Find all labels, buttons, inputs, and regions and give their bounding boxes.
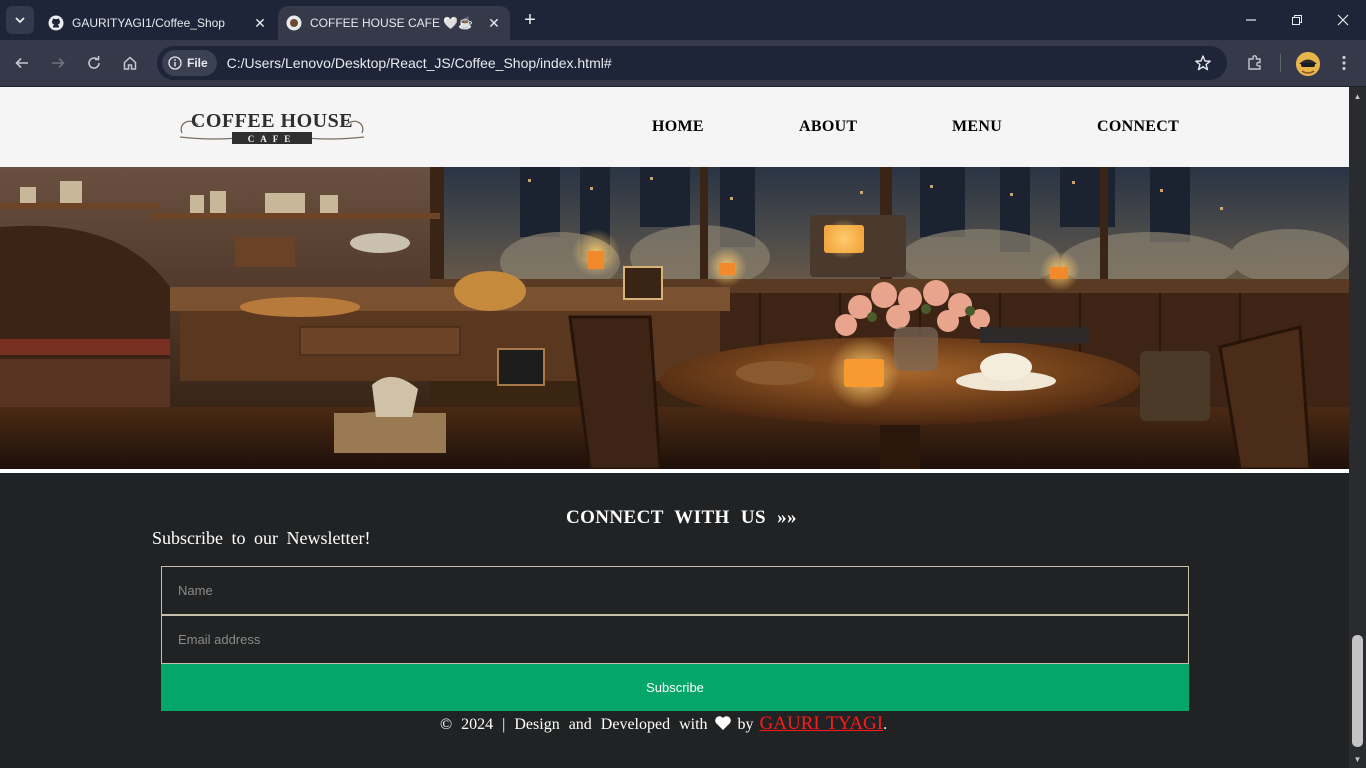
heart-icon xyxy=(714,715,732,736)
browser-tab-strip: GAURITYAGI1/Coffee_Shop ✕ COFFEE HOUSE C… xyxy=(0,0,1366,40)
home-icon xyxy=(123,56,137,70)
nav-about[interactable]: ABOUT xyxy=(799,118,857,136)
scroll-thumb[interactable] xyxy=(1352,635,1363,747)
nav-connect[interactable]: CONNECT xyxy=(1097,118,1179,136)
nav-menu[interactable]: MENU xyxy=(952,118,1002,136)
subscribe-label: Subscribe xyxy=(646,680,704,695)
logo-sub-text: CAFE xyxy=(248,134,297,144)
extensions-button[interactable] xyxy=(1241,49,1269,77)
newsletter-label: Subscribe to our Newsletter! xyxy=(152,528,371,548)
page-viewport: COFFEE HOUSE CAFE HOME ABOUT MENU CONNEC… xyxy=(0,87,1366,768)
tab-title: GAURITYAGI1/Coffee_Shop xyxy=(72,16,225,30)
chrome-menu-button[interactable] xyxy=(1330,49,1358,77)
site-header: COFFEE HOUSE CAFE HOME ABOUT MENU CONNEC… xyxy=(0,87,1349,167)
info-icon xyxy=(168,56,182,70)
hero-divider xyxy=(0,469,1349,473)
scroll-down-icon[interactable]: ▼ xyxy=(1349,752,1366,766)
name-input[interactable]: Name xyxy=(161,566,1189,615)
site-info-label: File xyxy=(187,56,208,70)
toolbar-divider xyxy=(1280,54,1281,72)
forward-arrow-icon xyxy=(52,57,65,69)
close-icon[interactable]: ✕ xyxy=(484,13,504,33)
name-placeholder: Name xyxy=(178,583,213,598)
puzzle-icon xyxy=(1248,55,1261,70)
site-logo[interactable]: COFFEE HOUSE CAFE xyxy=(176,103,368,151)
reload-button[interactable] xyxy=(80,49,108,77)
footer-by: by xyxy=(737,716,754,733)
site-info-chip[interactable]: File xyxy=(162,50,217,76)
coffee-icon xyxy=(286,15,302,31)
address-bar[interactable]: File C:/Users/Lenovo/Desktop/React_JS/Co… xyxy=(157,46,1227,80)
bookmark-star-icon[interactable] xyxy=(1191,51,1215,75)
close-icon xyxy=(1337,14,1349,26)
new-tab-button[interactable]: + xyxy=(518,9,542,33)
tab-coffee-house[interactable]: COFFEE HOUSE CAFE 🤍☕ ✕ xyxy=(278,6,510,40)
github-icon xyxy=(48,15,64,31)
tab-github[interactable]: GAURITYAGI1/Coffee_Shop ✕ xyxy=(40,6,276,40)
url-text[interactable]: C:/Users/Lenovo/Desktop/React_JS/Coffee_… xyxy=(227,55,1191,71)
back-button[interactable] xyxy=(8,49,36,77)
email-placeholder: Email address xyxy=(178,632,261,647)
minimize-button[interactable] xyxy=(1228,0,1274,40)
back-arrow-icon xyxy=(15,57,28,69)
footer-suffix: . xyxy=(883,716,888,733)
footer-prefix: © 2024 | Design and Developed with xyxy=(440,716,708,733)
minimize-icon xyxy=(1246,19,1256,21)
hero-cafe-image xyxy=(0,167,1349,469)
connect-heading: CONNECT WITH US »» xyxy=(566,507,797,528)
tab-title: COFFEE HOUSE CAFE 🤍☕ xyxy=(310,16,474,30)
browser-toolbar: File C:/Users/Lenovo/Desktop/React_JS/Co… xyxy=(0,40,1366,86)
author-link[interactable]: GAURI TYAGI xyxy=(760,713,884,735)
profile-avatar[interactable] xyxy=(1296,52,1320,76)
forward-button[interactable] xyxy=(44,49,72,77)
chevron-down-icon xyxy=(15,17,25,24)
reload-icon xyxy=(88,56,100,69)
tab-search-button[interactable] xyxy=(6,6,34,34)
close-icon[interactable]: ✕ xyxy=(250,13,270,33)
scroll-up-icon[interactable]: ▲ xyxy=(1349,89,1366,103)
restore-icon xyxy=(1292,15,1302,25)
close-window-button[interactable] xyxy=(1320,0,1366,40)
email-input[interactable]: Email address xyxy=(161,615,1189,664)
home-button[interactable] xyxy=(116,49,144,77)
more-vert-icon xyxy=(1342,55,1346,71)
page-scrollbar[interactable]: ▲ ▼ xyxy=(1349,87,1366,768)
footer-credits: © 2024 | Design and Developed with by GA… xyxy=(440,713,887,735)
restore-button[interactable] xyxy=(1274,0,1320,40)
logo-main-text: COFFEE HOUSE xyxy=(191,110,353,132)
nav-home[interactable]: HOME xyxy=(652,118,704,136)
subscribe-button[interactable]: Subscribe xyxy=(161,664,1189,711)
